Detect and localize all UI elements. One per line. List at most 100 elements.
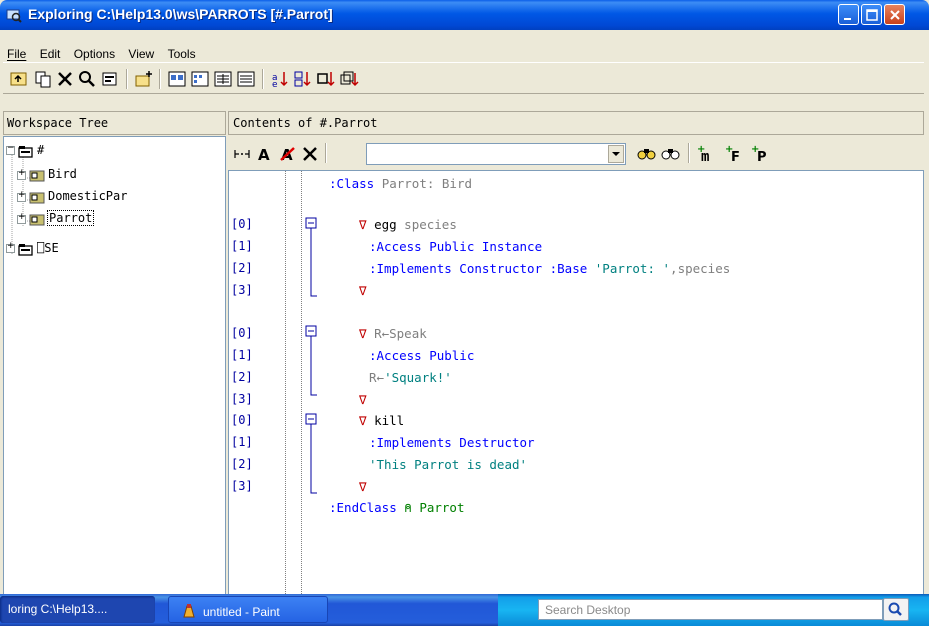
new-object-icon[interactable] [134, 69, 154, 89]
close-button[interactable] [884, 4, 905, 25]
line-number: [2] [231, 261, 253, 275]
code-line: ∇ [359, 479, 367, 494]
menu-edit[interactable]: Edit [36, 47, 65, 61]
taskbar-label: untitled - Paint [203, 605, 280, 619]
up-folder-icon[interactable] [9, 69, 29, 89]
line-number: [0] [231, 326, 253, 340]
search-desktop-input[interactable]: Search Desktop [538, 599, 883, 620]
small-icons-view-icon[interactable] [190, 69, 210, 89]
code-line: ∇ R←Speak [359, 326, 427, 341]
code-line: ∇ kill [359, 413, 405, 428]
close-icon [890, 10, 900, 20]
taskbar: loring C:\Help13.... untitled - Paint Se… [0, 594, 929, 626]
menu-file[interactable]: File [3, 47, 30, 61]
tree-node-parrot[interactable]: + Parrot [17, 210, 217, 227]
expand-icon[interactable]: + [17, 190, 26, 202]
cancel-icon[interactable] [300, 144, 320, 164]
replace-icon[interactable] [660, 144, 680, 164]
code-line: ∇ egg species [359, 217, 457, 232]
combo-dropdown-button[interactable] [608, 145, 624, 163]
fold-collapse-icon [305, 217, 317, 229]
code-line-endclass: :EndClass ⍝ Parrot [329, 500, 465, 515]
title-bar[interactable]: Exploring C:\Help13.0\ws\PARROTS [#.Parr… [0, 0, 929, 30]
tree-node-root[interactable]: − # [6, 143, 206, 159]
class-folder-icon [29, 169, 45, 182]
menu-view[interactable]: View [124, 47, 158, 61]
workspace-tree: − # + Bird + DomesticPar + Parrot + ⎕SE [3, 136, 226, 599]
search-icon [888, 602, 902, 616]
details-view-icon[interactable] [236, 69, 256, 89]
collapse-all-icon[interactable] [232, 144, 252, 164]
copy-icon[interactable] [33, 69, 53, 89]
fold-markers [305, 217, 317, 494]
collapse-icon[interactable]: − [6, 143, 15, 155]
minimize-button[interactable] [838, 4, 859, 25]
sort-size-icon[interactable] [316, 69, 336, 89]
uncomment-icon[interactable]: A [278, 144, 298, 164]
line-number: [0] [231, 413, 253, 427]
workspace-tree-header: Workspace Tree [3, 111, 226, 135]
properties-icon[interactable] [100, 69, 120, 89]
system-tray: Search Desktop [498, 594, 929, 626]
svg-text:P: P [757, 150, 767, 164]
expand-icon[interactable]: + [6, 241, 15, 253]
search-icon[interactable] [77, 69, 97, 89]
line-number: [2] [231, 457, 253, 471]
line-number: [3] [231, 479, 253, 493]
class-folder-icon [29, 191, 45, 204]
add-property-icon[interactable]: + P [750, 144, 772, 165]
taskbar-label: loring C:\Help13.... [8, 602, 108, 616]
explorer-app-icon [6, 7, 22, 23]
line-number: [0] [231, 217, 253, 231]
add-field-icon[interactable]: + F [724, 144, 746, 165]
menu-bar: File Edit Options View Tools [3, 30, 924, 62]
maximize-icon [866, 9, 878, 21]
toolbar-separator [126, 69, 128, 89]
fold-collapse-icon [305, 413, 317, 425]
list-view-icon[interactable] [213, 69, 233, 89]
code-line: R←'Squark!' [369, 370, 452, 385]
maximize-button[interactable] [861, 4, 882, 25]
tree-node-se[interactable]: + ⎕SE [6, 241, 206, 257]
code-line: :Access Public [369, 348, 475, 363]
svg-text:e: e [272, 80, 278, 89]
namespace-folder-icon [18, 145, 34, 158]
menu-options[interactable]: Options [70, 47, 119, 61]
explorer-window: Exploring C:\Help13.0\ws\PARROTS [#.Parr… [0, 0, 929, 626]
tree-node-bird[interactable]: + Bird [17, 167, 217, 183]
fold-collapse-icon [305, 325, 317, 337]
find-icon[interactable] [636, 144, 656, 164]
class-folder-icon [29, 213, 45, 226]
toolbar-separator [159, 69, 161, 89]
tree-node-label: Bird [48, 167, 77, 181]
toolbar-separator [262, 69, 264, 89]
tree-node-label: DomesticPar [48, 189, 128, 203]
expand-icon[interactable]: + [17, 212, 26, 224]
menu-tools[interactable]: Tools [164, 47, 200, 61]
search-button[interactable] [883, 598, 909, 621]
sort-date-icon[interactable] [339, 69, 359, 89]
line-number: [2] [231, 370, 253, 384]
minimize-icon [844, 18, 851, 20]
svg-text:F: F [731, 150, 740, 164]
main-toolbar: ae [3, 62, 924, 94]
taskbar-button-paint[interactable]: untitled - Paint [168, 596, 328, 623]
code-line: :Access Public Instance [369, 239, 543, 254]
line-number: [1] [231, 239, 253, 253]
tree-node-label: # [37, 143, 45, 157]
paint-icon [181, 603, 197, 619]
line-number: [1] [231, 348, 253, 362]
tree-node-domesticpar[interactable]: + DomesticPar [17, 189, 227, 205]
delete-icon[interactable] [55, 69, 75, 89]
add-method-icon[interactable]: + m [696, 144, 720, 165]
code-line-class: :Class Parrot: Bird [329, 176, 473, 191]
search-combo[interactable] [366, 143, 626, 165]
taskbar-button-explorer[interactable]: loring C:\Help13.... [0, 596, 155, 623]
sort-name-icon[interactable]: ae [270, 69, 290, 90]
sort-type-icon[interactable] [293, 69, 313, 89]
contents-header: Contents of #.Parrot [228, 111, 924, 135]
comment-icon[interactable]: A [255, 144, 275, 164]
large-icons-view-icon[interactable] [167, 69, 187, 89]
expand-icon[interactable]: + [17, 168, 26, 180]
code-editor[interactable]: [0] [1] [2] [3] [0] [1] [2] [3] [0] [1] … [228, 170, 924, 600]
